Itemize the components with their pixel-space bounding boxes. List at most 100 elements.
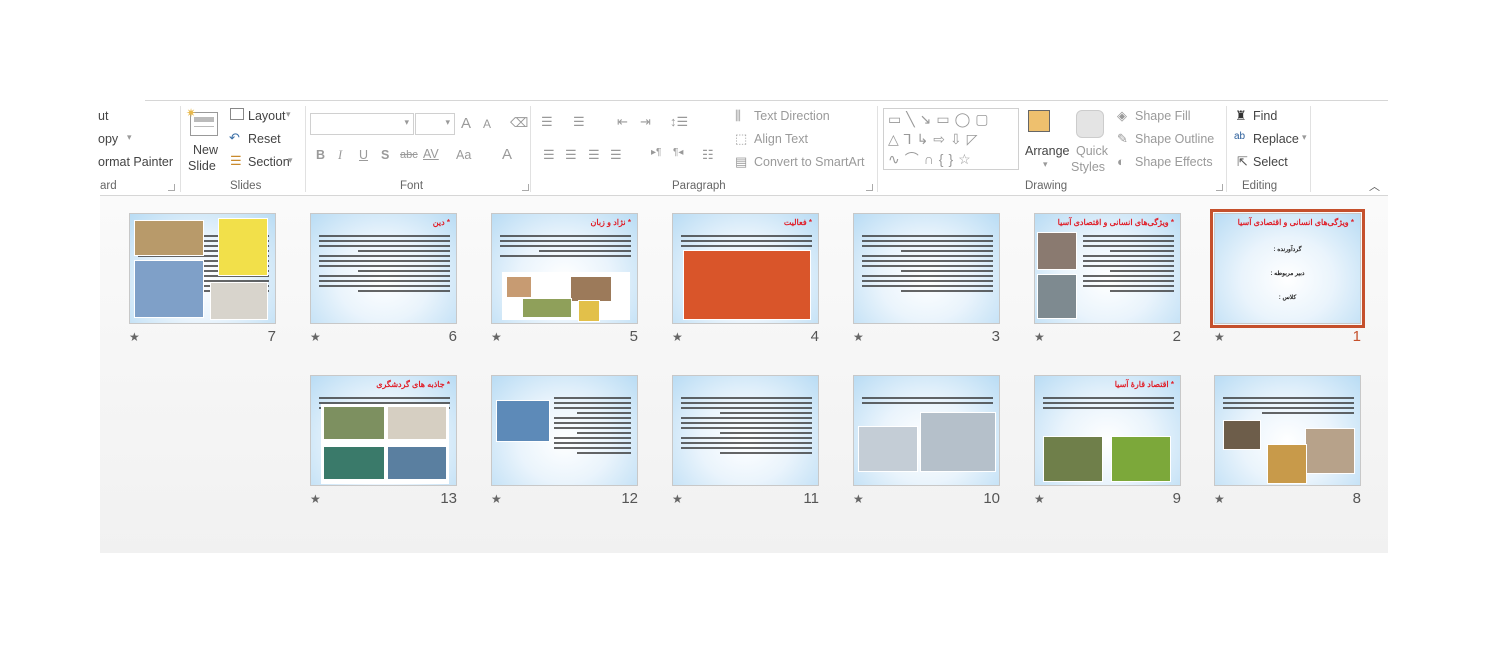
grow-font-button[interactable]: A xyxy=(461,115,471,132)
layout-dropdown-icon[interactable]: ▾ xyxy=(286,109,291,120)
change-case-button[interactable]: Aa xyxy=(456,148,471,162)
convert-smartart-button[interactable]: Convert to SmartArt xyxy=(754,155,864,169)
increase-indent-icon[interactable]: ⇥ xyxy=(640,114,651,130)
divider xyxy=(305,106,306,192)
slide-thumbnail[interactable] xyxy=(672,375,819,486)
slide-number: 9 xyxy=(1172,490,1181,507)
shadow-button[interactable]: S xyxy=(381,148,389,162)
arrange-button[interactable]: Arrange xyxy=(1025,144,1069,158)
slide-number: 8 xyxy=(1352,490,1361,507)
slide-thumbnail[interactable]: * دین xyxy=(310,213,457,324)
copy-button[interactable]: opy xyxy=(98,132,118,146)
font-size-combobox[interactable]: ▾ xyxy=(415,113,455,135)
slide-thumbnail[interactable]: * ویژگی‌های انسانی و اقتصادی آسیا xyxy=(1034,213,1181,324)
shape-effects-button[interactable]: Shape Effects xyxy=(1135,155,1213,169)
slide-text-placeholder xyxy=(319,232,450,295)
animation-star-icon[interactable]: ★ xyxy=(1214,492,1225,506)
clear-formatting-icon[interactable]: ⌫ xyxy=(510,115,528,131)
shape-outline-button[interactable]: Shape Outline xyxy=(1135,132,1214,146)
slide-subtitle: گردآورنده : xyxy=(1273,247,1302,253)
line-spacing-icon[interactable]: ↕☰ xyxy=(670,114,688,130)
slide-thumbnail[interactable] xyxy=(491,375,638,486)
cut-button[interactable]: ut xyxy=(98,109,108,123)
align-left-icon[interactable]: ☰ xyxy=(543,147,555,163)
italic-button[interactable]: I xyxy=(338,148,342,163)
select-button[interactable]: Select xyxy=(1253,155,1288,169)
slide-thumbnail[interactable]: * فعالیت xyxy=(672,213,819,324)
copy-dropdown-icon[interactable]: ▾ xyxy=(127,132,132,143)
slide-image xyxy=(323,406,385,440)
justify-icon[interactable]: ☰ xyxy=(610,147,622,163)
font-color-button[interactable]: A xyxy=(502,146,512,163)
slide-thumbnail[interactable] xyxy=(853,213,1000,324)
quick-styles-button[interactable]: Quick xyxy=(1076,144,1108,158)
slide-thumbnail[interactable]: * اقتصاد قارهٔ آسیا xyxy=(1034,375,1181,486)
paragraph-launcher-icon[interactable] xyxy=(866,184,873,191)
strikethrough-button[interactable]: abc xyxy=(400,149,418,161)
slide-image xyxy=(570,276,612,302)
shapes-gallery[interactable]: ▭╲↘▭◯▢ △⅂↳⇨⇩◸ ∿⌒∩{}☆ xyxy=(883,108,1019,170)
quick-styles-label-2: Styles xyxy=(1071,160,1106,174)
shape-fill-button[interactable]: Shape Fill xyxy=(1135,109,1191,123)
layout-button[interactable]: Layout xyxy=(248,109,286,123)
collapse-ribbon-icon[interactable]: ︿ xyxy=(1369,178,1380,194)
animation-star-icon[interactable]: ★ xyxy=(672,330,683,344)
clipboard-launcher-icon[interactable] xyxy=(168,184,175,191)
reset-icon: ↶ xyxy=(229,130,240,145)
slide-number: 5 xyxy=(629,328,638,345)
font-launcher-icon[interactable] xyxy=(522,184,529,191)
slide-image xyxy=(210,282,268,320)
slide-thumbnail[interactable] xyxy=(853,375,1000,486)
slide-thumbnail[interactable] xyxy=(129,213,276,324)
arrange-dropdown-icon[interactable]: ▾ xyxy=(1043,159,1048,170)
slide-thumbnail[interactable]: * نژاد و زبان xyxy=(491,213,638,324)
rtl-icon[interactable]: ¶◂ xyxy=(673,147,683,158)
slide-title: * دین xyxy=(432,218,450,227)
animation-star-icon[interactable]: ★ xyxy=(1214,330,1225,344)
animation-star-icon[interactable]: ★ xyxy=(491,330,502,344)
text-direction-icon: ⫼ xyxy=(735,108,741,123)
animation-star-icon[interactable]: ★ xyxy=(491,492,502,506)
animation-star-icon[interactable]: ★ xyxy=(310,492,321,506)
text-direction-button[interactable]: Text Direction xyxy=(754,109,830,123)
slide-thumbnail[interactable]: * ویژگی‌های انسانی و اقتصادی آسیا گردآورن… xyxy=(1210,209,1365,328)
ltr-icon[interactable]: ▸¶ xyxy=(651,147,661,158)
align-text-button[interactable]: Align Text xyxy=(754,132,808,146)
slide-thumbnail[interactable] xyxy=(1214,375,1361,486)
drawing-launcher-icon[interactable] xyxy=(1216,184,1223,191)
slide-image xyxy=(683,250,811,320)
find-button[interactable]: Find xyxy=(1253,109,1277,123)
font-name-combobox[interactable]: ▾ xyxy=(310,113,414,135)
underline-button[interactable]: U xyxy=(359,148,368,162)
animation-star-icon[interactable]: ★ xyxy=(1034,492,1045,506)
align-center-icon[interactable]: ☰ xyxy=(565,147,577,163)
new-slide-button[interactable]: ✷ New Slide xyxy=(186,106,224,176)
slide-thumbnail[interactable]: * جاذبه های گردشگری xyxy=(310,375,457,486)
animation-star-icon[interactable]: ★ xyxy=(310,330,321,344)
slide-image xyxy=(1037,232,1077,270)
columns-icon[interactable]: ☷ xyxy=(702,147,714,163)
section-button[interactable]: Section xyxy=(248,155,290,169)
shrink-font-button[interactable]: A xyxy=(483,117,491,131)
sparkle-icon: ✷ xyxy=(186,106,197,120)
slide-number: 12 xyxy=(621,490,638,507)
bullets-icon[interactable]: ☰ xyxy=(541,114,553,130)
animation-star-icon[interactable]: ★ xyxy=(853,492,864,506)
bold-button[interactable]: B xyxy=(316,148,325,162)
slide-number: 11 xyxy=(803,490,819,507)
replace-dropdown-icon[interactable]: ▾ xyxy=(1302,132,1307,143)
reset-button[interactable]: Reset xyxy=(248,132,281,146)
shape-fill-icon: ◈ xyxy=(1117,108,1127,123)
animation-star-icon[interactable]: ★ xyxy=(1034,330,1045,344)
decrease-indent-icon[interactable]: ⇤ xyxy=(617,114,628,130)
format-painter-button[interactable]: ormat Painter xyxy=(98,155,173,169)
numbering-icon[interactable]: ☰ xyxy=(573,114,585,130)
slide-text-placeholder xyxy=(1223,394,1354,417)
animation-star-icon[interactable]: ★ xyxy=(672,492,683,506)
section-dropdown-icon[interactable]: ▾ xyxy=(288,155,293,166)
animation-star-icon[interactable]: ★ xyxy=(129,330,140,344)
replace-button[interactable]: Replace xyxy=(1253,132,1299,146)
align-right-icon[interactable]: ☰ xyxy=(588,147,600,163)
character-spacing-button[interactable]: AV xyxy=(423,147,439,161)
animation-star-icon[interactable]: ★ xyxy=(853,330,864,344)
